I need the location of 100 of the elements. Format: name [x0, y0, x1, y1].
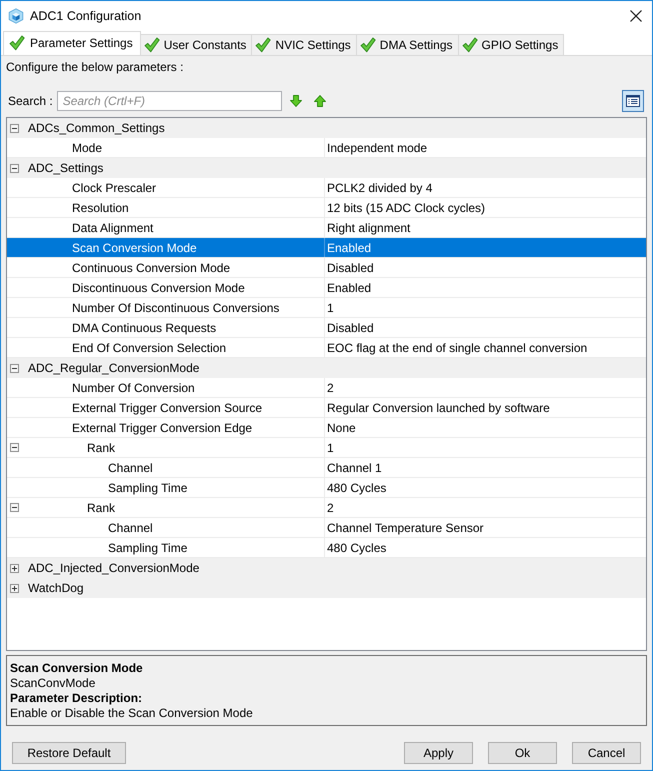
- tree-row[interactable]: Number Of Conversion 2: [7, 378, 646, 398]
- check-icon: [360, 37, 376, 53]
- expand-icon[interactable]: [10, 564, 19, 572]
- tab[interactable]: GPIO Settings: [458, 34, 564, 55]
- parameter-value: Disabled: [327, 320, 374, 336]
- group-row[interactable]: ADC_Injected_ConversionMode: [7, 558, 646, 578]
- parameter-value: None: [327, 420, 356, 436]
- group-row[interactable]: WatchDog: [7, 578, 646, 598]
- tree-row[interactable]: Sampling Time 480 Cycles: [7, 538, 646, 558]
- parameter-value: 480 Cycles: [327, 540, 386, 556]
- search-label: Search :: [8, 93, 53, 110]
- tree-row[interactable]: External Trigger Conversion Source Regular Conversion launched by software: [7, 398, 646, 418]
- group-name: ADC_Settings: [28, 160, 104, 177]
- parameter-value: Right alignment: [327, 220, 410, 236]
- tree-row[interactable]: Rank 2: [7, 498, 646, 518]
- footer-button[interactable]: Cancel: [572, 742, 641, 764]
- parameter-value: 480 Cycles: [327, 480, 386, 496]
- tab[interactable]: Parameter Settings: [3, 31, 141, 55]
- parameter-value: 2: [327, 380, 334, 396]
- description-text: Enable or Disable the Scan Conversion Mode: [10, 706, 253, 721]
- list-view-button[interactable]: [622, 90, 644, 112]
- parameter-name: Clock Prescaler: [72, 180, 156, 196]
- footer-button[interactable]: Ok: [488, 742, 557, 764]
- collapse-icon[interactable]: [10, 364, 19, 372]
- parameter-value: PCLK2 divided by 4: [327, 180, 432, 196]
- parameter-value: Enabled: [327, 280, 372, 296]
- parameter-name: Continuous Conversion Mode: [72, 260, 230, 276]
- parameter-value: Enabled: [327, 240, 372, 256]
- parameter-value: 2: [327, 500, 334, 516]
- collapse-icon[interactable]: [10, 124, 19, 132]
- parameter-name: Discontinuous Conversion Mode: [72, 280, 245, 296]
- parameter-name: Rank: [87, 440, 116, 456]
- group-row[interactable]: ADCs_Common_Settings: [7, 118, 646, 138]
- tree-row[interactable]: DMA Continuous Requests Disabled: [7, 318, 646, 338]
- parameter-name: Sampling Time: [108, 480, 188, 496]
- parameter-name: Data Alignment: [72, 220, 154, 236]
- parameter-name: End Of Conversion Selection: [72, 340, 226, 356]
- group-name: ADC_Regular_ConversionMode: [28, 360, 200, 377]
- tree-row[interactable]: Scan Conversion Mode Enabled: [7, 238, 646, 258]
- parameter-name: Channel: [108, 520, 153, 536]
- tree-row[interactable]: Clock Prescaler PCLK2 divided by 4: [7, 178, 646, 198]
- tree-row[interactable]: Data Alignment Right alignment: [7, 218, 646, 238]
- tree-row[interactable]: Sampling Time 480 Cycles: [7, 478, 646, 498]
- group-row[interactable]: ADC_Settings: [7, 158, 646, 178]
- check-icon: [9, 34, 25, 50]
- parameter-value: 1: [327, 300, 334, 316]
- parameter-name: DMA Continuous Requests: [72, 320, 216, 336]
- tree-row[interactable]: Mode Independent mode: [7, 138, 646, 158]
- tree-row[interactable]: Channel Channel 1: [7, 458, 646, 478]
- cube-icon: [8, 8, 24, 24]
- parameter-name: External Trigger Conversion Edge: [72, 420, 252, 436]
- parameter-value: 1: [327, 440, 334, 456]
- list-icon: [626, 95, 640, 107]
- parameter-name: Rank: [87, 500, 116, 516]
- parameter-value: EOC flag at the end of single channel conversion: [327, 340, 588, 356]
- group-name: ADCs_Common_Settings: [28, 120, 165, 137]
- parameter-value: Independent mode: [327, 140, 428, 156]
- parameter-value: Channel Temperature Sensor: [327, 520, 484, 536]
- parameter-value: Disabled: [327, 260, 374, 276]
- collapse-icon[interactable]: [10, 503, 19, 512]
- window-title: ADC1 Configuration: [30, 8, 142, 25]
- parameter-name: Number Of Discontinuous Conversions: [72, 300, 280, 316]
- search-field[interactable]: Search (Crtl+F): [56, 91, 282, 111]
- parameter-name: Mode: [72, 140, 102, 156]
- check-icon: [255, 37, 272, 53]
- close-icon[interactable]: [630, 10, 642, 22]
- tab[interactable]: NVIC Settings: [251, 34, 357, 55]
- tab[interactable]: DMA Settings: [356, 34, 458, 55]
- tab[interactable]: User Constants: [140, 34, 252, 55]
- parameter-name: Channel: [108, 460, 153, 476]
- arrow-down-icon[interactable]: [290, 95, 302, 107]
- tree-row[interactable]: Continuous Conversion Mode Disabled: [7, 258, 646, 278]
- footer-button[interactable]: Restore Default: [12, 742, 126, 764]
- parameter-value: 12 bits (15 ADC Clock cycles): [327, 200, 486, 216]
- collapse-icon[interactable]: [10, 164, 19, 172]
- arrow-up-icon[interactable]: [314, 95, 326, 107]
- tree-row[interactable]: Discontinuous Conversion Mode Enabled: [7, 278, 646, 298]
- parameter-identifier: ScanConvMode: [10, 676, 96, 691]
- check-icon: [144, 37, 160, 53]
- collapse-icon[interactable]: [10, 443, 19, 452]
- tree-row[interactable]: Number Of Discontinuous Conversions 1: [7, 298, 646, 318]
- tree-row[interactable]: End Of Conversion Selection EOC flag at the end of single channel conversion: [7, 338, 646, 358]
- instruction-text: Configure the below parameters :: [6, 59, 184, 75]
- check-icon: [462, 37, 478, 53]
- expand-icon[interactable]: [10, 584, 19, 592]
- parameter-name: External Trigger Conversion Source: [72, 400, 262, 416]
- tree-row[interactable]: Rank 1: [7, 438, 646, 458]
- description-title: Scan Conversion Mode: [10, 661, 143, 676]
- tree-row[interactable]: Channel Channel Temperature Sensor: [7, 518, 646, 538]
- tree-row[interactable]: Resolution 12 bits (15 ADC Clock cycles): [7, 198, 646, 218]
- parameter-name: Scan Conversion Mode: [72, 240, 197, 256]
- group-row[interactable]: ADC_Regular_ConversionMode: [7, 358, 646, 378]
- parameter-value: Regular Conversion launched by software: [327, 400, 550, 416]
- footer-button[interactable]: Apply: [404, 742, 473, 764]
- parameter-name: Sampling Time: [108, 540, 188, 556]
- group-name: WatchDog: [28, 580, 84, 597]
- parameter-value: Channel 1: [327, 460, 382, 476]
- parameter-name: Number Of Conversion: [72, 380, 195, 396]
- parameter-name: Resolution: [72, 200, 129, 216]
- tree-row[interactable]: External Trigger Conversion Edge None: [7, 418, 646, 438]
